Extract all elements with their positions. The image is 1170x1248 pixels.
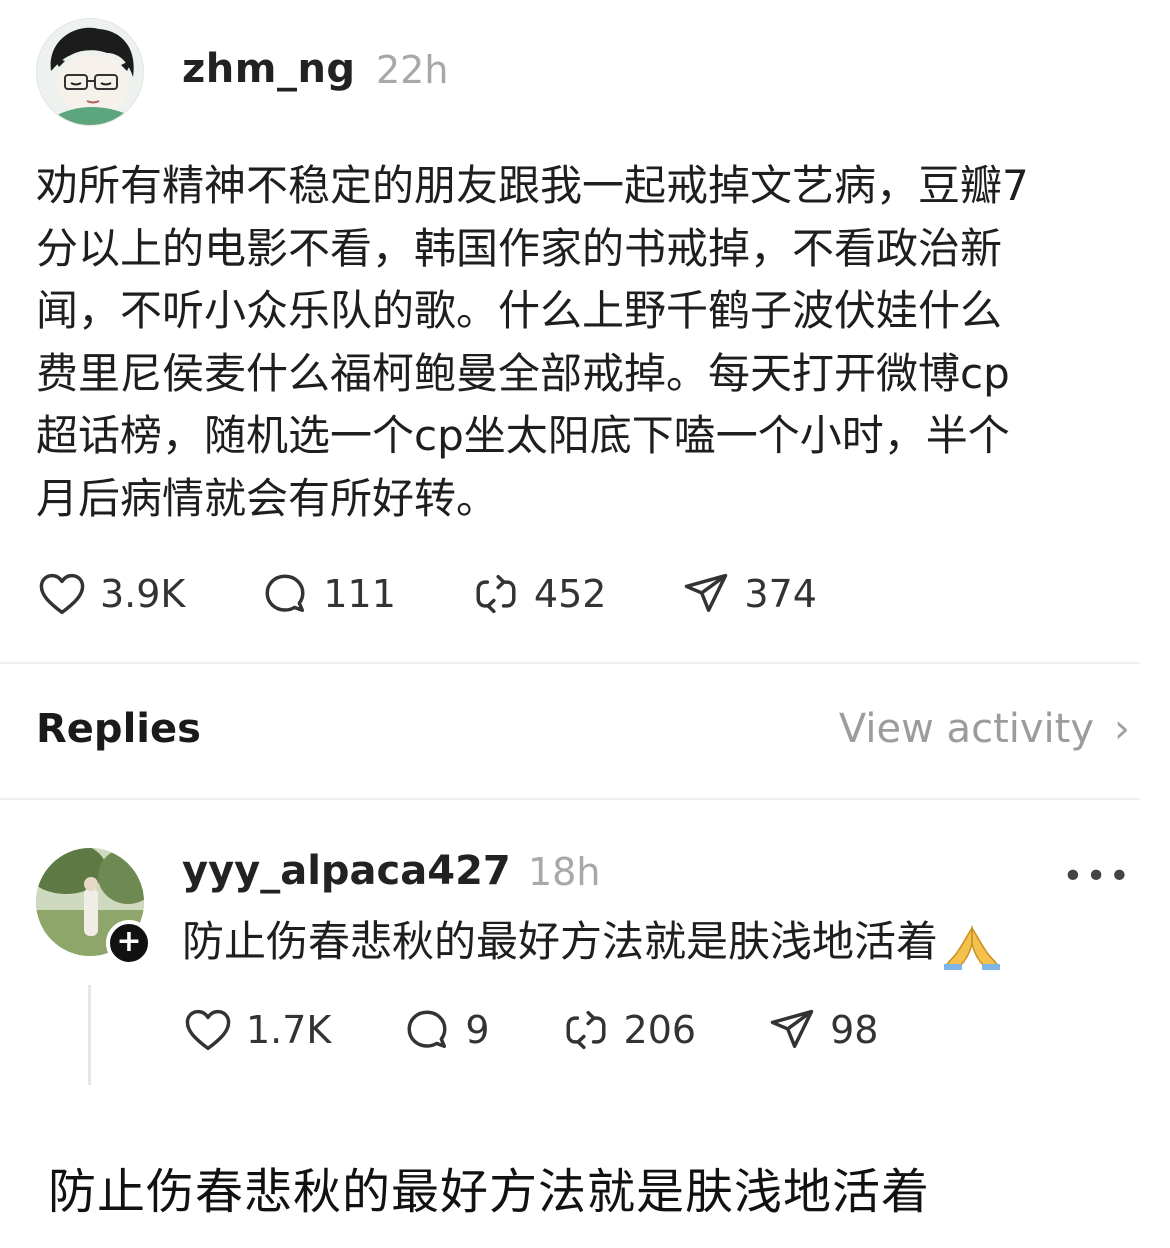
heart-icon (185, 1009, 231, 1051)
post-author-avatar[interactable] (36, 18, 144, 126)
reply-actions: 1.7K 9 206 98 (182, 1004, 878, 1056)
reply-repost-count: 206 (623, 1008, 697, 1052)
thread-line (88, 985, 91, 1085)
reply-text: 防止伤春悲秋的最好方法就是肤浅地活着 (182, 917, 939, 966)
post-comment-button[interactable]: 111 (259, 568, 396, 620)
send-icon (685, 573, 728, 612)
post-text: 劝所有精神不稳定的朋友跟我一起戒掉文艺病，豆瓣7 分以上的电影不看，韩国作家的书… (36, 161, 1029, 523)
post-like-count: 3.9K (100, 572, 186, 616)
cartoon-avatar-illustration (37, 19, 143, 125)
reply-text-row: 防止伤春悲秋的最好方法就是肤浅地活着 (182, 912, 1002, 972)
heart-icon (39, 573, 85, 615)
reply-like-button[interactable]: 1.7K (182, 1004, 331, 1056)
repost-icon (566, 1010, 606, 1050)
comment-icon (265, 574, 305, 612)
reply-username[interactable]: yyy_alpaca427 (182, 848, 511, 894)
reply-repost-button[interactable]: 206 (560, 1004, 697, 1056)
post-username[interactable]: zhm_ng (182, 46, 356, 92)
reply-comment-button[interactable]: 9 (401, 1004, 490, 1056)
more-options-icon[interactable]: ••• (1062, 856, 1132, 897)
reply-share-button[interactable]: 98 (766, 1004, 878, 1056)
post-like-button[interactable]: 3.9K (36, 568, 185, 620)
reply-share-count: 98 (830, 1008, 879, 1052)
post-timestamp: 22h (376, 48, 449, 92)
replies-heading: Replies (36, 706, 201, 752)
reply-timestamp: 18h (528, 850, 601, 894)
divider (0, 662, 1140, 664)
comment-icon (407, 1010, 447, 1048)
post-repost-button[interactable]: 452 (470, 568, 607, 620)
send-icon (770, 1009, 814, 1048)
post-actions: 3.9K 111 452 374 (36, 568, 817, 620)
repost-icon (476, 574, 516, 614)
follow-button[interactable]: + (106, 920, 152, 966)
reply-like-count: 1.7K (246, 1008, 332, 1052)
caption-text: 防止伤春悲秋的最好方法就是肤浅地活着 (48, 1164, 931, 1220)
post-repost-count: 452 (533, 572, 607, 616)
chevron-right-icon: › (1114, 706, 1130, 752)
folded-hands-emoji-icon (944, 925, 1001, 970)
divider (0, 798, 1140, 800)
view-activity-label: View activity (838, 706, 1094, 752)
post-share-count: 374 (744, 572, 817, 616)
post-comment-count: 111 (323, 572, 396, 616)
view-activity-link[interactable]: View activity › (839, 706, 1130, 752)
reply-comment-count: 9 (465, 1008, 490, 1052)
post-share-button[interactable]: 374 (680, 568, 817, 620)
